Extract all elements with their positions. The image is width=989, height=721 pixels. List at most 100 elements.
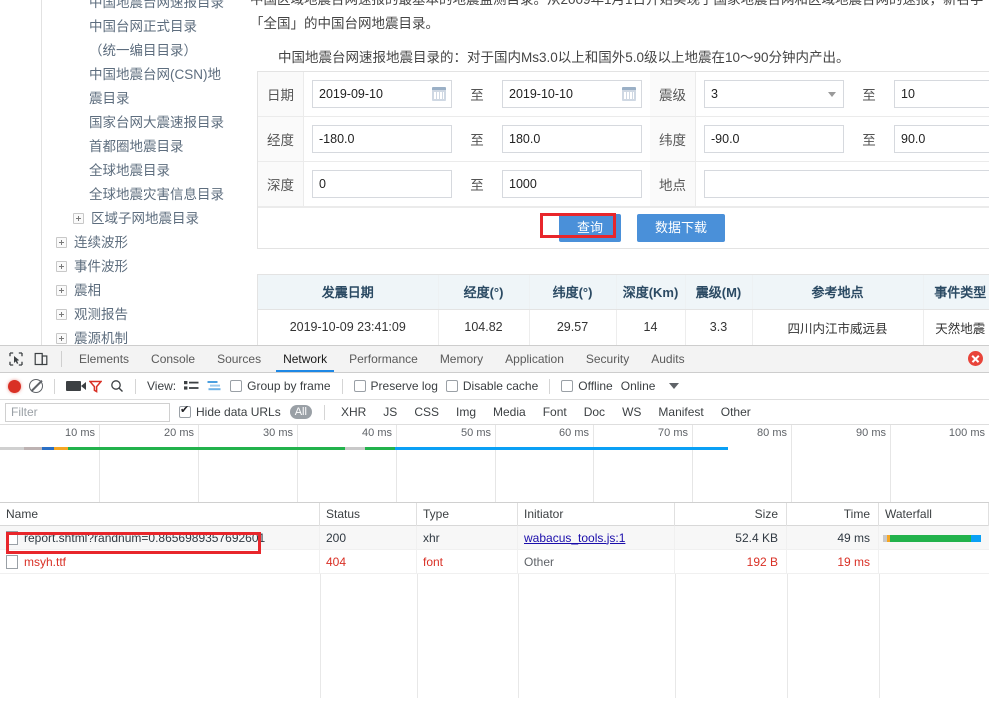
latitude-to-input[interactable]: 90.0 xyxy=(894,125,989,153)
tree-item[interactable]: 首都圈地震目录 xyxy=(0,135,242,159)
checkbox-box[interactable] xyxy=(445,380,458,392)
tree-item[interactable]: 区域子网地震目录 xyxy=(0,207,242,231)
filter-type-manifest[interactable]: Manifest xyxy=(654,404,707,420)
request-waterfall xyxy=(879,526,989,550)
tabbar-divider xyxy=(61,351,62,367)
tab-performance[interactable]: Performance xyxy=(338,346,429,372)
latitude-from-input[interactable]: -90.0 xyxy=(704,125,844,153)
preserve-log-checkbox[interactable]: Preserve log xyxy=(353,379,438,393)
tree-item[interactable]: 全球地震灾害信息目录 xyxy=(0,183,242,207)
tree-item[interactable]: 事件波形 xyxy=(0,255,242,279)
request-initiator[interactable]: wabacus_tools.js:1 xyxy=(518,525,675,550)
checkbox-box[interactable] xyxy=(561,380,574,392)
timeline-gridline xyxy=(593,425,594,502)
filter-type-media[interactable]: Media xyxy=(489,404,530,420)
tab-memory[interactable]: Memory xyxy=(429,346,494,372)
filter-type-js[interactable]: JS xyxy=(379,404,401,420)
tab-audits[interactable]: Audits xyxy=(640,346,695,372)
requests-column-header[interactable]: Initiator xyxy=(518,502,675,526)
data-download-button[interactable]: 数据下载 xyxy=(637,214,726,242)
checkbox-box[interactable] xyxy=(353,380,366,392)
table-row[interactable]: 2019-10-09 23:41:09 104.82 29.57 14 3.3 四川内江市… xyxy=(258,309,989,345)
expand-plus-icon[interactable] xyxy=(56,285,67,296)
request-row[interactable]: msyh.ttf 404 font Other 192 B 19 ms xyxy=(0,549,989,574)
request-initiator[interactable]: Other xyxy=(518,549,675,574)
request-row[interactable]: report.shtml?randnum=0.8656989357692601 2… xyxy=(0,525,989,550)
request-time: 19 ms xyxy=(787,549,879,574)
filter-type-doc[interactable]: Doc xyxy=(580,404,609,420)
expand-plus-icon[interactable] xyxy=(73,213,84,224)
magnitude-from-select[interactable]: 3 xyxy=(704,80,844,108)
clear-icon[interactable] xyxy=(29,379,43,393)
filter-type-other[interactable]: Other xyxy=(717,404,755,420)
tab-application[interactable]: Application xyxy=(494,346,575,372)
filter-type-all[interactable]: All xyxy=(289,405,312,419)
initiator-link[interactable]: Other xyxy=(524,555,554,569)
magnitude-to-input[interactable]: 10 xyxy=(894,80,989,108)
tab-console[interactable]: Console xyxy=(140,346,206,372)
throttle-value[interactable]: Online xyxy=(621,379,656,393)
filter-type-ws[interactable]: WS xyxy=(618,404,645,420)
initiator-link[interactable]: wabacus_tools.js:1 xyxy=(524,531,625,545)
inspect-element-icon[interactable] xyxy=(8,351,24,367)
requests-column-header[interactable]: Size xyxy=(675,502,787,526)
date-from-input[interactable]: 2019-09-10 xyxy=(312,80,452,108)
requests-column-header[interactable]: Waterfall xyxy=(879,502,989,526)
requests-column-header[interactable]: Type xyxy=(417,502,518,526)
expand-plus-icon[interactable] xyxy=(56,309,67,320)
capture-screenshots-icon[interactable] xyxy=(66,381,86,391)
filter-input[interactable]: Filter xyxy=(5,402,170,422)
depth-to-input[interactable]: 1000 xyxy=(502,170,642,198)
disable-cache-checkbox[interactable]: Disable cache xyxy=(445,379,538,393)
longitude-to-input[interactable]: 180.0 xyxy=(502,125,642,153)
hide-data-urls-label: Hide data URLs xyxy=(196,405,281,419)
calendar-icon[interactable] xyxy=(432,87,446,101)
record-button[interactable] xyxy=(8,379,21,393)
filter-type-css[interactable]: CSS xyxy=(410,404,443,420)
expand-plus-icon[interactable] xyxy=(56,261,67,272)
offline-checkbox[interactable]: Offline xyxy=(561,379,613,393)
expand-plus-icon[interactable] xyxy=(56,237,67,248)
expand-plus-icon[interactable] xyxy=(56,333,67,344)
longitude-from-input[interactable]: -180.0 xyxy=(312,125,452,153)
location-input[interactable] xyxy=(704,170,989,198)
close-icon[interactable] xyxy=(968,351,983,366)
requests-column-header[interactable]: Name xyxy=(0,502,320,526)
network-filter-bar: Filter Hide data URLs All XHR JS CSS Img Medi… xyxy=(0,400,989,425)
requests-column-header[interactable]: Status xyxy=(320,502,417,526)
date-to-input[interactable]: 2019-10-10 xyxy=(502,80,642,108)
tab-network[interactable]: Network xyxy=(272,346,338,372)
requests-column-header[interactable]: Time xyxy=(787,502,879,526)
depth-from-input[interactable]: 0 xyxy=(312,170,452,198)
device-toolbar-icon[interactable] xyxy=(33,351,49,367)
filter-type-img[interactable]: Img xyxy=(452,404,480,420)
network-timeline-overview[interactable]: 10 ms 20 ms 30 ms 40 ms 50 ms 60 ms 70 ms 80 ms… xyxy=(0,425,989,503)
tree-item[interactable]: 震相 xyxy=(0,279,242,303)
tree-item[interactable]: 观测报告 xyxy=(0,303,242,327)
tree-item[interactable]: 中国地震台网(CSN)地震目录 xyxy=(0,63,242,111)
tab-sources[interactable]: Sources xyxy=(206,346,272,372)
chevron-down-icon[interactable] xyxy=(669,383,680,389)
checkbox-box[interactable] xyxy=(230,380,243,392)
tree-item[interactable]: 震源机制 xyxy=(0,327,242,345)
tree-item[interactable]: 国家台网大震速报目录 xyxy=(0,111,242,135)
calendar-icon[interactable] xyxy=(622,87,636,101)
hide-data-urls-checkbox[interactable]: Hide data URLs xyxy=(179,404,281,419)
latitude-to-value: 90.0 xyxy=(901,132,926,146)
waterfall-view-icon[interactable] xyxy=(207,380,222,393)
tab-security[interactable]: Security xyxy=(575,346,640,372)
filter-type-xhr[interactable]: XHR xyxy=(337,404,370,420)
tab-elements[interactable]: Elements xyxy=(68,346,140,372)
list-view-icon[interactable] xyxy=(184,380,199,393)
checkbox-box[interactable] xyxy=(179,404,191,418)
tree-item[interactable]: 连续波形 xyxy=(0,231,242,255)
filter-type-font[interactable]: Font xyxy=(539,404,571,420)
filter-icon[interactable] xyxy=(88,380,103,393)
request-name-cell[interactable]: report.shtml?randnum=0.8656989357692601 xyxy=(0,525,320,550)
tree-item[interactable]: 中国台网正式目录（统一编目目录） xyxy=(0,15,242,63)
group-by-frame-checkbox[interactable]: Group by frame xyxy=(230,379,331,393)
tree-item[interactable]: 中国地震台网速报目录 xyxy=(0,0,242,15)
request-name-cell[interactable]: msyh.ttf xyxy=(0,549,320,574)
tree-item[interactable]: 全球地震目录 xyxy=(0,159,242,183)
search-icon[interactable] xyxy=(110,379,124,393)
